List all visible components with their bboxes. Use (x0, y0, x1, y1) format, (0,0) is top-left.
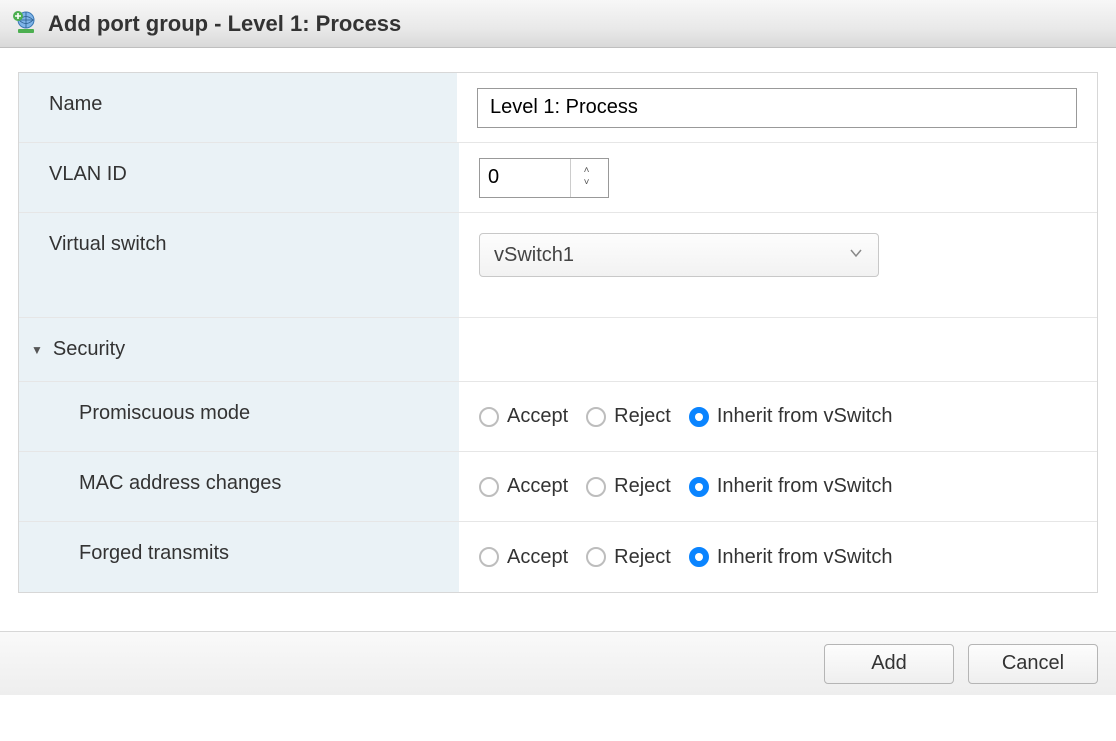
virtual-switch-selected: vSwitch1 (494, 244, 574, 267)
row-promiscuous: Promiscuous mode Accept Reject Inherit f… (19, 382, 1097, 452)
security-section-toggle[interactable]: ▼ Security (19, 318, 459, 381)
row-mac-changes: MAC address changes Accept Reject Inheri… (19, 452, 1097, 522)
security-section-field (459, 318, 1097, 381)
form: Name VLAN ID ˄ ˅ V (18, 72, 1098, 593)
promiscuous-inherit-radio[interactable]: Inherit from vSwitch (689, 405, 893, 428)
dialog-content: Name VLAN ID ˄ ˅ V (0, 48, 1116, 603)
dialog-title: Add port group - Level 1: Process (48, 11, 401, 37)
field-forged-transmits: Accept Reject Inherit from vSwitch (459, 522, 1097, 592)
promiscuous-radio-group: Accept Reject Inherit from vSwitch (479, 405, 892, 428)
row-virtual-switch: Virtual switch vSwitch1 (19, 213, 1097, 318)
label-virtual-switch: Virtual switch (19, 213, 459, 317)
add-button[interactable]: Add (824, 644, 954, 684)
mac-changes-radio-group: Accept Reject Inherit from vSwitch (479, 475, 892, 498)
mac-changes-inherit-radio[interactable]: Inherit from vSwitch (689, 475, 893, 498)
chevron-down-icon (848, 244, 864, 267)
name-input[interactable] (477, 88, 1077, 128)
mac-changes-reject-radio[interactable]: Reject (586, 475, 671, 498)
row-name: Name (19, 73, 1097, 143)
vlan-id-input[interactable] (480, 159, 570, 197)
chevron-down-icon[interactable]: ˅ (584, 178, 590, 190)
cancel-button[interactable]: Cancel (968, 644, 1098, 684)
mac-changes-accept-radio[interactable]: Accept (479, 475, 568, 498)
promiscuous-reject-radio[interactable]: Reject (586, 405, 671, 428)
dialog-footer: Add Cancel (0, 631, 1116, 695)
vlan-id-spinner[interactable]: ˄ ˅ (570, 159, 602, 197)
field-vlan: ˄ ˅ (459, 143, 1097, 212)
forged-transmits-inherit-radio[interactable]: Inherit from vSwitch (689, 546, 893, 569)
field-name (457, 73, 1097, 142)
label-vlan: VLAN ID (19, 143, 459, 212)
vlan-id-stepper[interactable]: ˄ ˅ (479, 158, 609, 198)
label-promiscuous: Promiscuous mode (19, 382, 459, 451)
add-port-group-dialog: Add port group - Level 1: Process Name V… (0, 0, 1116, 695)
forged-transmits-accept-radio[interactable]: Accept (479, 546, 568, 569)
field-mac-changes: Accept Reject Inherit from vSwitch (459, 452, 1097, 521)
label-forged-transmits: Forged transmits (19, 522, 459, 592)
row-forged-transmits: Forged transmits Accept Reject Inherit f… (19, 522, 1097, 592)
forged-transmits-reject-radio[interactable]: Reject (586, 546, 671, 569)
virtual-switch-select[interactable]: vSwitch1 (479, 233, 879, 277)
dialog-titlebar: Add port group - Level 1: Process (0, 0, 1116, 48)
forged-transmits-radio-group: Accept Reject Inherit from vSwitch (479, 546, 892, 569)
security-section-label: Security (53, 338, 125, 361)
disclosure-triangle-icon: ▼ (31, 343, 43, 357)
field-promiscuous: Accept Reject Inherit from vSwitch (459, 382, 1097, 451)
chevron-up-icon[interactable]: ˄ (584, 166, 590, 178)
row-vlan: VLAN ID ˄ ˅ (19, 143, 1097, 213)
label-name: Name (19, 73, 457, 142)
promiscuous-accept-radio[interactable]: Accept (479, 405, 568, 428)
label-mac-changes: MAC address changes (19, 452, 459, 521)
network-add-icon (12, 10, 40, 38)
row-security-header: ▼ Security (19, 318, 1097, 382)
field-virtual-switch: vSwitch1 (459, 213, 1097, 317)
